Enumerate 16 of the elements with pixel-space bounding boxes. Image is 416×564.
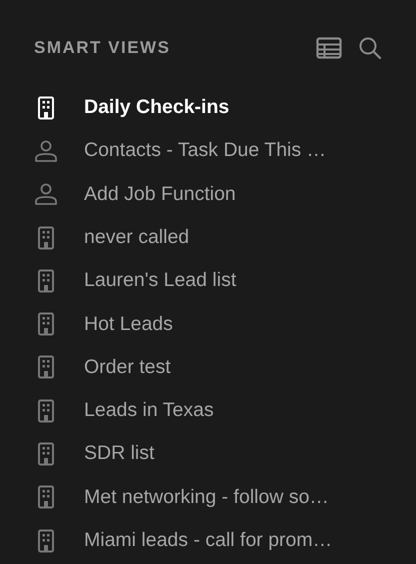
smart-view-item[interactable]: Miami leads - call for prom…	[0, 518, 416, 562]
smart-view-item[interactable]: Daily Check-ins	[0, 86, 416, 130]
smart-view-item[interactable]: Met networking - follow so…	[0, 476, 416, 519]
person-icon	[34, 182, 58, 206]
section-title: SMART VIEWS	[34, 37, 170, 60]
smart-view-item[interactable]: Order test	[0, 346, 416, 390]
smart-view-item[interactable]: never called	[0, 216, 416, 260]
smart-view-item[interactable]: Contacts - Task Due This …	[0, 129, 416, 173]
search-button[interactable]	[358, 36, 382, 60]
person-icon	[34, 138, 58, 163]
smart-view-item[interactable]: Add Job Function	[0, 172, 416, 216]
smart-view-item[interactable]: Hot Leads	[0, 302, 416, 346]
smart-view-item[interactable]: Leads in Texas	[0, 389, 416, 432]
table-view-button[interactable]	[316, 37, 342, 59]
smart-view-item[interactable]: SDR list	[0, 432, 416, 476]
smart-view-item[interactable]: Lauren's Lead list	[0, 259, 416, 302]
